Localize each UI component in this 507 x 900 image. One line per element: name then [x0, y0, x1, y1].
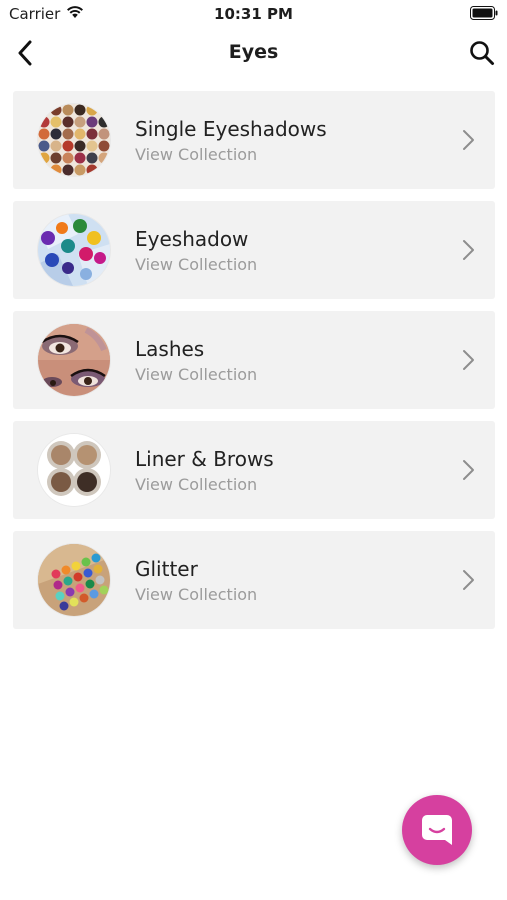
chevron-right-icon	[463, 570, 474, 590]
chat-icon	[422, 815, 452, 845]
collection-item-glitter[interactable]: Glitter View Collection	[13, 531, 495, 629]
single-eyeshadows-thumbnail	[38, 104, 110, 176]
collection-item-single-eyeshadows[interactable]: Single Eyeshadows View Collection	[13, 91, 495, 189]
collection-item-liner-brows[interactable]: Liner & Brows View Collection	[13, 421, 495, 519]
chevron-right-icon	[463, 350, 474, 370]
collection-title: Eyeshadow	[135, 227, 249, 251]
collection-subtitle: View Collection	[135, 255, 258, 274]
chevron-right-icon	[463, 240, 474, 260]
page-title: Eyes	[228, 41, 279, 63]
collection-subtitle: View Collection	[135, 145, 258, 164]
collection-subtitle: View Collection	[135, 585, 258, 604]
collection-title: Glitter	[135, 557, 198, 581]
battery-icon	[470, 6, 498, 20]
collection-title: Lashes	[135, 337, 205, 361]
navigation-bar: Eyes	[0, 28, 507, 78]
clock: 10:31 PM	[214, 5, 293, 23]
liner-brows-thumbnail	[38, 434, 110, 506]
chevron-right-icon	[463, 130, 474, 150]
collection-subtitle: View Collection	[135, 475, 258, 494]
collection-title: Single Eyeshadows	[135, 117, 327, 141]
chevron-right-icon	[463, 460, 474, 480]
screen: Carrier 10:31 PM Eyes Single Eyeshadows …	[0, 0, 507, 900]
chat-button[interactable]	[402, 795, 472, 865]
search-icon	[470, 41, 494, 65]
collection-item-eyeshadow[interactable]: Eyeshadow View Collection	[13, 201, 495, 299]
search-button[interactable]	[465, 36, 499, 70]
lashes-thumbnail	[38, 324, 110, 396]
glitter-thumbnail	[38, 544, 110, 616]
status-bar: Carrier 10:31 PM	[0, 0, 507, 28]
collection-list: Single Eyeshadows View Collection Eyesha…	[13, 91, 495, 641]
eyeshadow-thumbnail	[38, 214, 110, 286]
collection-subtitle: View Collection	[135, 365, 258, 384]
collection-item-lashes[interactable]: Lashes View Collection	[13, 311, 495, 409]
collection-title: Liner & Brows	[135, 447, 274, 471]
